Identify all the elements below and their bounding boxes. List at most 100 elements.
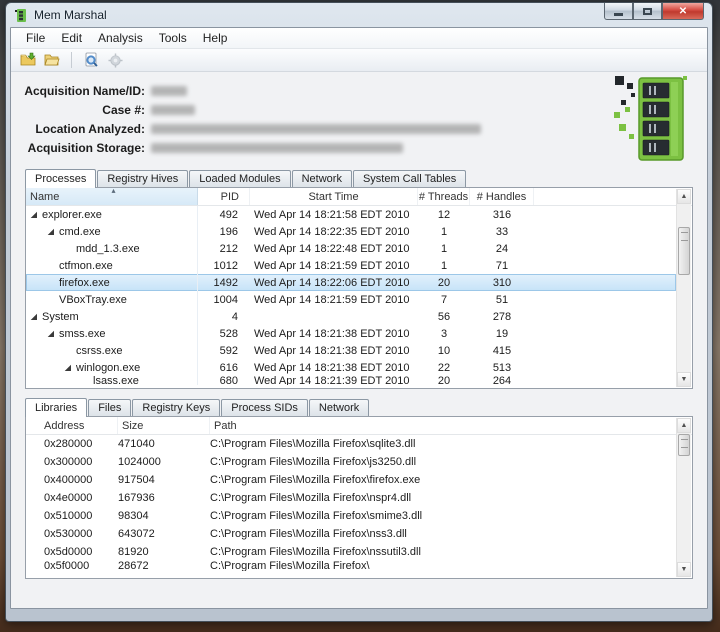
process-threads: 1 xyxy=(440,259,448,272)
process-threads: 56 xyxy=(437,310,451,323)
open-folder-icon[interactable] xyxy=(43,51,61,69)
detail-tab[interactable]: Network xyxy=(308,399,370,416)
process-row[interactable]: winlogon.exe 616 Wed Apr 14 18:21:38 EDT… xyxy=(26,359,676,376)
process-name: ctfmon.exe xyxy=(59,259,113,272)
library-address: 0x4e0000 xyxy=(44,492,93,504)
process-row[interactable]: ctfmon.exe 1012 Wed Apr 14 18:21:59 EDT … xyxy=(26,257,676,274)
minimize-icon xyxy=(614,13,623,16)
column-header-start-time[interactable]: Start Time xyxy=(250,188,418,205)
process-pid: 1012 xyxy=(213,259,238,272)
detail-tab[interactable]: Libraries xyxy=(25,398,88,417)
process-name: cmd.exe xyxy=(59,225,101,238)
detail-tab[interactable]: Registry Keys xyxy=(132,399,221,416)
close-button[interactable]: ✕ xyxy=(662,3,704,20)
info-field: Case #: xyxy=(11,101,707,119)
toolbar-separator xyxy=(71,52,72,68)
process-row[interactable]: mdd_1.3.exe 212 Wed Apr 14 18:22:48 EDT … xyxy=(26,240,676,257)
title-bar[interactable]: Mem Marshal ✕ xyxy=(6,3,712,27)
column-header-handles[interactable]: # Handles xyxy=(470,188,534,205)
scroll-thumb[interactable] xyxy=(678,434,690,456)
info-label: Case #: xyxy=(102,103,145,117)
process-row[interactable]: firefox.exe 1492 Wed Apr 14 18:22:06 EDT… xyxy=(26,274,676,291)
detail-tab[interactable]: Files xyxy=(88,399,132,416)
process-handles: 278 xyxy=(492,310,512,323)
library-path: C:\Program Files\Mozilla Firefox\sqlite3… xyxy=(210,438,416,450)
tree-expander-icon[interactable] xyxy=(47,228,54,235)
scroll-down-icon[interactable]: ▼ xyxy=(677,372,691,387)
scroll-up-icon[interactable]: ▲ xyxy=(677,189,691,204)
library-size: 917504 xyxy=(118,474,155,486)
library-row[interactable]: 0x280000 471040 C:\Program Files\Mozilla… xyxy=(26,435,676,453)
process-tab[interactable]: Registry Hives xyxy=(97,170,189,187)
menu-item[interactable]: Edit xyxy=(53,29,90,47)
maximize-button[interactable] xyxy=(633,3,662,20)
settings-icon[interactable] xyxy=(106,51,124,69)
process-table-header: Name ▴ PID Start Time # Threads # Handle… xyxy=(26,188,692,206)
window-title: Mem Marshal xyxy=(34,8,107,22)
process-row[interactable]: explorer.exe 492 Wed Apr 14 18:21:58 EDT… xyxy=(26,206,676,223)
analyze-icon[interactable] xyxy=(82,51,100,69)
detail-tab[interactable]: Process SIDs xyxy=(221,399,308,416)
process-threads: 1 xyxy=(440,242,448,255)
process-row[interactable]: lsass.exe 680 Wed Apr 14 18:21:39 EDT 20… xyxy=(26,376,676,385)
library-row[interactable]: 0x4e0000 167936 C:\Program Files\Mozilla… xyxy=(26,489,676,507)
column-header-threads[interactable]: # Threads xyxy=(418,188,470,205)
column-header-pid[interactable]: PID xyxy=(198,188,250,205)
process-table: Name ▴ PID Start Time # Threads # Handle… xyxy=(25,187,693,389)
process-row[interactable]: System 4 56 278 xyxy=(26,308,676,325)
scroll-thumb[interactable] xyxy=(678,227,690,275)
library-row[interactable]: 0x400000 917504 C:\Program Files\Mozilla… xyxy=(26,471,676,489)
process-start: Wed Apr 14 18:21:59 EDT 2010 xyxy=(254,259,410,272)
process-pid: 592 xyxy=(219,344,238,357)
process-row[interactable]: VBoxTray.exe 1004 Wed Apr 14 18:21:59 ED… xyxy=(26,291,676,308)
menu-item[interactable]: Help xyxy=(195,29,236,47)
process-handles: 316 xyxy=(492,208,512,221)
menu-item[interactable]: Analysis xyxy=(90,29,151,47)
library-row[interactable]: 0x510000 98304 C:\Program Files\Mozilla … xyxy=(26,507,676,525)
tree-expander-icon[interactable] xyxy=(64,364,71,371)
process-row[interactable]: cmd.exe 196 Wed Apr 14 18:22:35 EDT 2010… xyxy=(26,223,676,240)
process-tab[interactable]: Loaded Modules xyxy=(189,170,291,187)
process-tab[interactable]: Network xyxy=(291,170,352,187)
scroll-up-icon[interactable]: ▲ xyxy=(677,418,691,433)
process-name: smss.exe xyxy=(59,327,106,340)
menu-item[interactable]: File xyxy=(18,29,53,47)
process-threads: 3 xyxy=(440,327,448,340)
column-header-name[interactable]: Name ▴ xyxy=(26,188,198,205)
process-threads: 20 xyxy=(437,376,451,385)
library-address: 0x400000 xyxy=(44,474,93,486)
scroll-down-icon[interactable]: ▼ xyxy=(677,562,691,577)
library-row[interactable]: 0x530000 643072 C:\Program Files\Mozilla… xyxy=(26,525,676,543)
menu-item[interactable]: Tools xyxy=(151,29,195,47)
process-row[interactable]: smss.exe 528 Wed Apr 14 18:21:38 EDT 201… xyxy=(26,325,676,342)
process-pid: 492 xyxy=(219,208,238,221)
detail-scrollbar[interactable]: ▲ ▼ xyxy=(676,418,691,577)
process-tab[interactable]: System Call Tables xyxy=(352,170,467,187)
process-name: explorer.exe xyxy=(42,208,102,221)
column-header-path[interactable]: Path xyxy=(210,417,692,434)
close-icon: ✕ xyxy=(678,5,688,17)
library-row[interactable]: 0x300000 1024000 C:\Program Files\Mozill… xyxy=(26,453,676,471)
process-tab[interactable]: Processes xyxy=(25,169,97,188)
column-header-size[interactable]: Size xyxy=(118,417,210,434)
process-name: mdd_1.3.exe xyxy=(76,242,140,255)
library-address: 0x530000 xyxy=(44,528,93,540)
process-threads: 12 xyxy=(437,208,451,221)
process-name: System xyxy=(42,310,79,323)
column-header-address[interactable]: Address xyxy=(26,417,118,434)
process-start: Wed Apr 14 18:21:38 EDT 2010 xyxy=(254,361,410,374)
process-row[interactable]: csrss.exe 592 Wed Apr 14 18:21:38 EDT 20… xyxy=(26,342,676,359)
import-image-icon[interactable] xyxy=(19,51,37,69)
library-row[interactable]: 0x5f0000 28672 C:\Program Files\Mozilla … xyxy=(26,561,676,571)
library-row[interactable]: 0x5d0000 81920 C:\Program Files\Mozilla … xyxy=(26,543,676,561)
tree-expander-icon[interactable] xyxy=(30,313,37,320)
minimize-button[interactable] xyxy=(604,3,633,20)
library-address: 0x5d0000 xyxy=(44,546,93,558)
library-size: 643072 xyxy=(118,528,155,540)
tree-expander-icon[interactable] xyxy=(47,330,54,337)
process-pid: 616 xyxy=(219,361,238,374)
tree-expander-icon[interactable] xyxy=(30,211,37,218)
process-pid: 1004 xyxy=(213,293,238,306)
detail-table-header: Address Size Path xyxy=(26,417,692,435)
process-scrollbar[interactable]: ▲ ▼ xyxy=(676,189,691,387)
